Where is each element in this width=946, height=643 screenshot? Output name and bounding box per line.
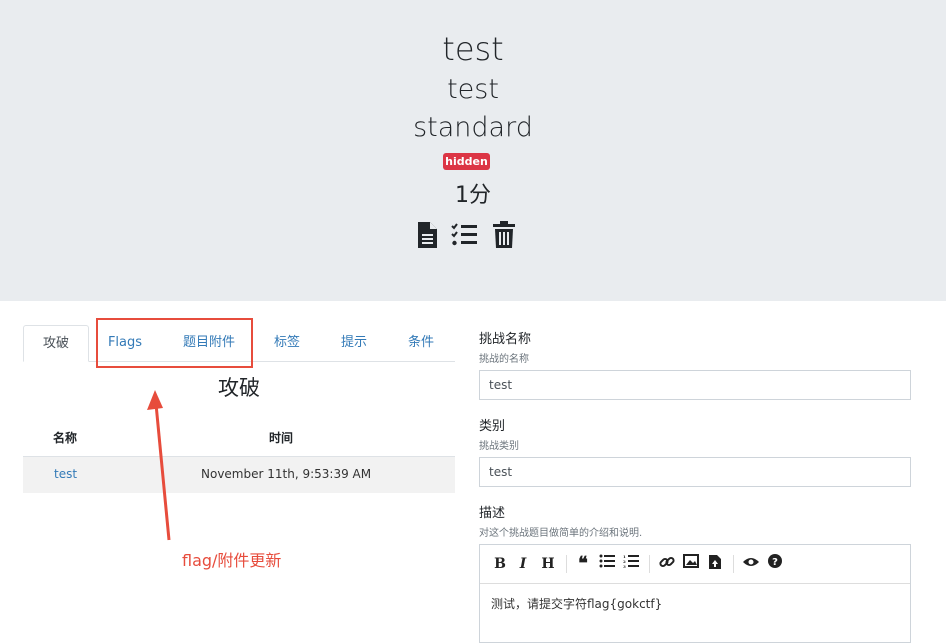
image-icon[interactable] [681,554,701,574]
tab-tags[interactable]: 标签 [267,325,307,361]
solve-time: November 11th, 9:53:39 AM [201,467,372,481]
bold-icon[interactable]: B [490,554,510,574]
trash-icon[interactable] [490,220,518,250]
table-row: test November 11th, 9:53:39 AM [23,456,455,493]
description-label: 描述 [479,506,506,521]
challenge-actions [413,220,533,250]
category-hint: 挑战类别 [479,441,519,452]
italic-icon[interactable]: I [513,554,533,574]
column-name-header: 名称 [53,431,78,445]
guide-icon[interactable]: ? [765,554,785,574]
tab-requirements[interactable]: 条件 [401,325,441,361]
name-label: 挑战名称 [479,332,532,347]
category-input[interactable]: test [479,457,911,487]
unordered-list-icon[interactable] [597,554,617,574]
description-editor[interactable]: 测试，请提交字符flag{gokctf} [479,583,911,643]
highlight-box [96,318,253,368]
solves-title: 攻破 [218,376,260,400]
svg-text:3: 3 [623,564,626,568]
challenge-type: standard [413,112,533,143]
file-icon[interactable] [413,220,441,250]
upload-icon[interactable] [705,554,725,574]
quote-icon[interactable]: ❝ [573,554,593,574]
challenge-header: test test standard hidden 1分 [0,0,946,301]
challenge-points: 1分 [455,183,491,208]
column-time-header: 时间 [269,431,294,445]
status-badge: hidden [443,153,490,170]
tab-hints[interactable]: 提示 [334,325,374,361]
preview-icon[interactable] [741,554,761,574]
challenge-category: test [447,74,499,105]
tab-solves[interactable]: 攻破 [23,325,89,362]
ordered-list-icon[interactable]: 123 [621,554,641,574]
svg-text:?: ? [772,557,778,568]
annotation-arrow [147,390,171,541]
challenge-title: test [442,30,504,68]
checklist-icon[interactable] [451,220,479,250]
description-hint: 对这个挑战题目做简单的介绍和说明. [479,528,643,539]
solver-name-link[interactable]: test [54,467,77,481]
link-icon[interactable] [657,554,677,574]
annotation-text: flag/附件更新 [182,551,282,570]
editor-toolbar: B I H ❝ 123 ? [479,544,911,584]
name-hint: 挑战的名称 [479,354,529,365]
category-label: 类别 [479,419,506,434]
heading-icon[interactable]: H [538,554,558,574]
name-input[interactable]: test [479,370,911,400]
